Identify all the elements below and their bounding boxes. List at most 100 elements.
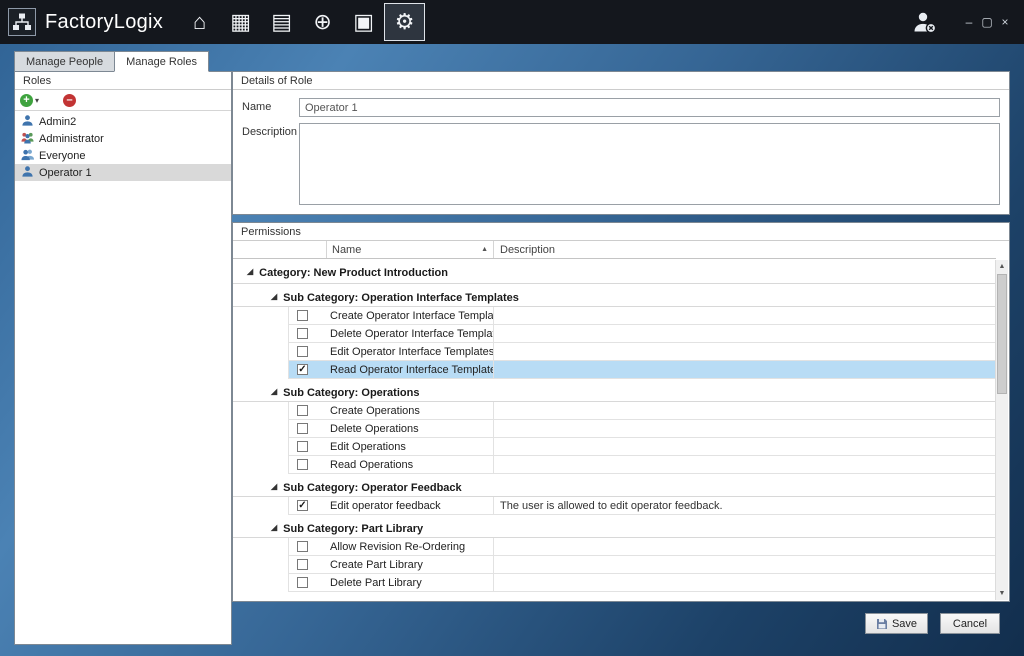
subcategory-row[interactable]: ◢Sub Category: Operations bbox=[233, 384, 996, 402]
permission-row[interactable]: Allow Revision Re-Ordering bbox=[233, 538, 996, 556]
cancel-button[interactable]: Cancel bbox=[940, 613, 1000, 634]
role-description-input[interactable] bbox=[299, 123, 1000, 205]
permission-description bbox=[494, 361, 996, 378]
role-list-item[interactable]: Admin2 bbox=[15, 113, 231, 130]
permission-name: Edit Operator Interface Templates bbox=[327, 343, 494, 360]
expander-icon[interactable]: ◢ bbox=[271, 482, 277, 491]
role-list-item[interactable]: Administrator bbox=[15, 130, 231, 147]
role-item-label: Administrator bbox=[39, 133, 104, 145]
permission-checkbox[interactable] bbox=[297, 541, 308, 552]
permission-row[interactable]: Edit Operator Interface Templates bbox=[233, 343, 996, 361]
maximize-icon[interactable]: ▢ bbox=[978, 15, 996, 29]
permission-row[interactable]: Edit Operations bbox=[233, 438, 996, 456]
column-header-name[interactable]: Name ▲ bbox=[327, 241, 494, 258]
permission-checkbox[interactable] bbox=[297, 423, 308, 434]
permission-row[interactable]: ✓Edit operator feedbackThe user is allow… bbox=[233, 497, 996, 515]
permission-checkbox[interactable] bbox=[297, 441, 308, 452]
user-logout-icon[interactable] bbox=[912, 10, 938, 35]
permission-checkbox[interactable] bbox=[297, 459, 308, 470]
permission-checkbox[interactable] bbox=[297, 346, 308, 357]
close-icon[interactable]: × bbox=[996, 15, 1014, 29]
save-icon bbox=[876, 618, 888, 630]
permission-checkbox[interactable]: ✓ bbox=[297, 364, 308, 375]
roles-panel: Roles + ▾ – Admin2AdministratorEveryoneO… bbox=[14, 71, 232, 645]
permission-checkbox[interactable]: ✓ bbox=[297, 500, 308, 511]
role-list-item[interactable]: Everyone bbox=[15, 147, 231, 164]
permissions-panel: Permissions Name ▲ Description ◢Category… bbox=[232, 222, 1010, 602]
row-header-cell bbox=[233, 556, 288, 574]
permission-name: Allow Revision Re-Ordering bbox=[327, 538, 494, 555]
permission-description bbox=[494, 438, 996, 455]
permission-name: Delete Part Library bbox=[327, 574, 494, 591]
add-role-button[interactable]: + bbox=[20, 94, 33, 107]
permission-row[interactable]: Delete Operator Interface Templat... bbox=[233, 325, 996, 343]
permission-row[interactable]: ✓Read Operator Interface Templates bbox=[233, 361, 996, 379]
analytics-icon[interactable]: ⊕ bbox=[302, 3, 343, 41]
minimize-icon[interactable]: – bbox=[960, 15, 978, 29]
home-icon[interactable]: ⌂ bbox=[179, 3, 220, 41]
permission-row[interactable]: Delete Operations bbox=[233, 420, 996, 438]
subcategory-label: Sub Category: Part Library bbox=[283, 523, 423, 535]
permission-row[interactable]: Read Operations bbox=[233, 456, 996, 474]
permissions-panel-title: Permissions bbox=[233, 223, 1009, 241]
row-header-cell bbox=[233, 438, 288, 456]
details-panel-title: Details of Role bbox=[233, 72, 1009, 90]
npi-icon[interactable]: ▦ bbox=[220, 3, 261, 41]
person-single-icon bbox=[21, 114, 34, 130]
production-icon[interactable]: ▤ bbox=[261, 3, 302, 41]
scroll-up-icon[interactable]: ▲ bbox=[996, 260, 1008, 273]
description-column-label: Description bbox=[500, 244, 555, 256]
row-header-cell bbox=[233, 574, 288, 592]
category-row[interactable]: ◢Category: New Product Introduction bbox=[233, 262, 996, 284]
role-item-label: Admin2 bbox=[39, 116, 76, 128]
details-of-role-panel: Details of Role Name Description bbox=[232, 71, 1010, 215]
titlebar: FactoryLogix ⌂▦▤⊕▣⚙ – ▢ × bbox=[0, 0, 1024, 44]
tab-bar: Manage PeopleManage Roles bbox=[14, 51, 208, 72]
permission-description bbox=[494, 574, 996, 591]
subcategory-row[interactable]: ◢Sub Category: Operator Feedback bbox=[233, 479, 996, 497]
save-button[interactable]: Save bbox=[865, 613, 928, 634]
titlebar-right: – ▢ × bbox=[912, 10, 1014, 35]
settings-icon[interactable]: ⚙ bbox=[384, 3, 425, 41]
expander-icon[interactable]: ◢ bbox=[247, 267, 253, 276]
permission-checkbox[interactable] bbox=[297, 405, 308, 416]
subcategory-label: Sub Category: Operation Interface Templa… bbox=[283, 292, 519, 304]
permission-checkbox[interactable] bbox=[297, 559, 308, 570]
row-header-cell bbox=[233, 343, 288, 361]
column-header-description[interactable]: Description bbox=[494, 241, 996, 258]
expander-icon[interactable]: ◢ bbox=[271, 523, 277, 532]
scroll-down-icon[interactable]: ▼ bbox=[996, 587, 1008, 600]
vertical-scrollbar[interactable]: ▲ ▼ bbox=[995, 260, 1008, 600]
expander-icon[interactable]: ◢ bbox=[271, 292, 277, 301]
tab-manage-people[interactable]: Manage People bbox=[14, 51, 115, 72]
subcategory-row[interactable]: ◢ Sub Category: Operation Interface Templ… bbox=[233, 289, 996, 307]
permission-row[interactable]: Create Operations bbox=[233, 402, 996, 420]
role-name-input[interactable] bbox=[299, 98, 1000, 117]
permission-checkbox[interactable] bbox=[297, 577, 308, 588]
documents-icon[interactable]: ▣ bbox=[343, 3, 384, 41]
row-header-cell bbox=[233, 497, 288, 515]
role-list-item[interactable]: Operator 1 bbox=[15, 164, 231, 181]
permission-name: Edit Operations bbox=[327, 438, 494, 455]
row-header-cell bbox=[233, 538, 288, 556]
role-item-label: Everyone bbox=[39, 150, 85, 162]
permission-description bbox=[494, 402, 996, 419]
tab-manage-roles[interactable]: Manage Roles bbox=[114, 51, 209, 72]
permission-name: Delete Operator Interface Templat... bbox=[327, 325, 494, 342]
permission-name: Delete Operations bbox=[327, 420, 494, 437]
permission-name: Create Operations bbox=[327, 402, 494, 419]
permission-row[interactable]: Delete Part Library bbox=[233, 574, 996, 592]
permission-row[interactable]: Create Operator Interface Templat... bbox=[233, 307, 996, 325]
permission-row[interactable]: Create Part Library bbox=[233, 556, 996, 574]
remove-role-button[interactable]: – bbox=[63, 94, 76, 107]
add-role-dropdown-icon[interactable]: ▾ bbox=[35, 96, 39, 105]
row-header-cell bbox=[233, 307, 288, 325]
expander-icon[interactable]: ◢ bbox=[271, 387, 277, 396]
scrollbar-thumb[interactable] bbox=[997, 274, 1007, 394]
permission-checkbox[interactable] bbox=[297, 310, 308, 321]
permission-checkbox[interactable] bbox=[297, 328, 308, 339]
row-header-cell bbox=[233, 402, 288, 420]
subcategory-row[interactable]: ◢ Sub Category: Part Library bbox=[233, 520, 996, 538]
person-group-icon bbox=[21, 148, 34, 164]
roles-toolbar: + ▾ – bbox=[15, 90, 231, 111]
